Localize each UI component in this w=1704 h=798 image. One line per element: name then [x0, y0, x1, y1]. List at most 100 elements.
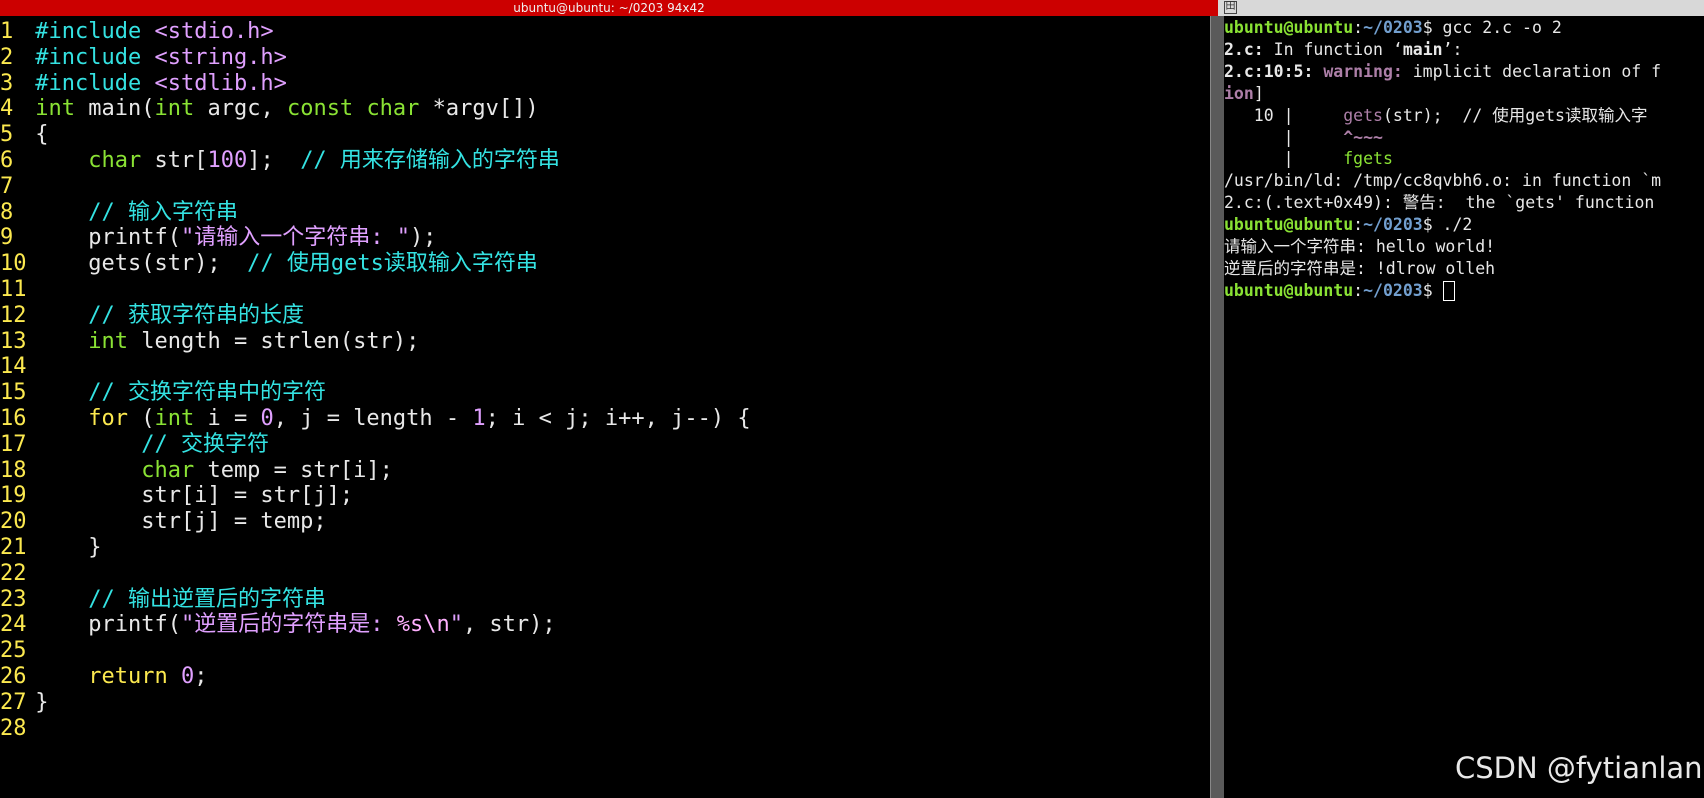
- line-number: 2: [0, 44, 14, 70]
- code-line: 11: [0, 276, 35, 304]
- terminal-text: ion: [1224, 83, 1254, 103]
- code-token: }: [35, 689, 49, 715]
- code-line: 16 for (int i = 0, j = length - 1; i < j…: [0, 405, 751, 433]
- vim-code-editor[interactable]: 1 #include <stdio.h> 2 #include <string.h…: [0, 16, 1210, 798]
- code-line: 19 str[i] = str[j];: [0, 482, 353, 510]
- terminal-text: fgets: [1343, 149, 1393, 169]
- code-line: 4 int main(int argc, const char *argv[]): [0, 95, 539, 123]
- terminal-text: |: [1224, 149, 1344, 169]
- code-token: return: [88, 664, 168, 689]
- code-token: int: [88, 328, 128, 354]
- terminal-text: ubuntu@ubuntu: [1224, 215, 1354, 235]
- code-token: int: [35, 96, 75, 122]
- code-line: 8 // 输入字符串: [0, 199, 238, 227]
- line-number: 1: [0, 19, 14, 44]
- code-line: 15 // 交换字符串中的字符: [0, 379, 326, 407]
- code-token: 100: [207, 148, 248, 173]
- line-number: 9: [0, 225, 14, 251]
- line-number: 21: [0, 535, 27, 560]
- code-line: 26 return 0;: [0, 663, 207, 691]
- terminal-text: $: [1422, 280, 1443, 300]
- code-token: str[i] = str[j];: [35, 483, 354, 509]
- code-token: // 用来存储输入的字符串: [300, 148, 560, 173]
- terminal-line: ubuntu@ubuntu:~/0203$: [1224, 280, 1455, 302]
- line-number: 10: [0, 251, 27, 277]
- code-token: ": [449, 612, 463, 638]
- terminal-text: 请输入一个字符串: hello world!: [1224, 237, 1496, 256]
- terminal-text: main: [1402, 39, 1443, 59]
- terminal-text: 逆置后的字符串是: !dlrow olleh: [1224, 258, 1496, 278]
- terminal-line: 逆置后的字符串是: !dlrow olleh: [1224, 258, 1495, 280]
- terminal-text: 2.c:10:5:: [1224, 61, 1324, 81]
- line-number: 8: [0, 199, 14, 225]
- terminal-text: (str); // 使用gets读取输入字: [1382, 105, 1648, 125]
- code-token: <string.h>: [154, 44, 287, 70]
- line-number: 16: [0, 406, 27, 431]
- code-token: "请输入一个字符串: ": [180, 225, 410, 251]
- terminal-text: 10 |: [1224, 105, 1344, 125]
- terminal-text: |: [1224, 127, 1344, 147]
- code-line: 17 // 交换字符: [0, 431, 269, 459]
- terminal-line: 2.c:(.text+0x49): 警告: the `gets' functio…: [1224, 192, 1654, 214]
- code-token: // 输入字符串: [88, 199, 238, 225]
- code-line: 9 printf("请输入一个字符串: ");: [0, 224, 436, 252]
- right-terminal-titlebar[interactable]: [1218, 0, 1704, 16]
- terminal-text: :: [1353, 18, 1364, 37]
- code-token: %s\n: [396, 612, 450, 638]
- code-token: char: [88, 148, 142, 173]
- terminal-line: 2.c: In function ‘main’:: [1224, 39, 1462, 61]
- code-token: {: [35, 122, 49, 148]
- terminal-text: 2.c:(.text+0x49): 警告: the `gets' functio…: [1224, 193, 1655, 213]
- terminal-text: :: [1353, 280, 1364, 300]
- code-token: ; i < j; i++, j--) {: [485, 406, 751, 431]
- line-number: 24: [0, 612, 27, 638]
- line-number: 5: [0, 122, 14, 148]
- code-token: #include: [35, 70, 155, 96]
- code-token: argc,: [194, 96, 287, 122]
- terminal-line: 2.c:10:5: warning: implicit declaration …: [1224, 61, 1661, 83]
- terminal-text: ubuntu@ubuntu: [1224, 280, 1354, 300]
- terminal-text: ubuntu@ubuntu: [1224, 18, 1354, 37]
- code-token: printf(: [35, 612, 181, 638]
- terminal-cursor[interactable]: [1442, 281, 1455, 302]
- code-token: // 交换字符: [141, 431, 269, 457]
- code-line: 1 #include <stdio.h>: [0, 18, 274, 46]
- code-token: temp = str[i];: [194, 457, 393, 483]
- line-number: 3: [0, 70, 14, 96]
- terminal-split-icon[interactable]: 田: [1224, 1, 1237, 14]
- code-token: );: [409, 225, 437, 251]
- line-number: 20: [0, 509, 27, 535]
- line-number: 17: [0, 431, 27, 457]
- code-token: main(: [75, 96, 155, 122]
- code-token: "逆置后的字符串是:: [180, 612, 397, 638]
- code-token: 0: [260, 406, 274, 431]
- code-token: length = strlen(str);: [127, 328, 420, 354]
- code-token: gets(str);: [35, 251, 248, 277]
- terminal-line: /usr/bin/ld: /tmp/cc8qvbh6.o: in functio…: [1224, 170, 1661, 192]
- line-number: 27: [0, 689, 27, 715]
- terminal-line: 请输入一个字符串: hello world!: [1224, 236, 1495, 258]
- code-line: 28: [0, 715, 35, 743]
- terminal-text: /usr/bin/ld: /tmp/cc8qvbh6.o: in functio…: [1224, 171, 1662, 191]
- line-number: 11: [0, 277, 27, 302]
- terminal-text: ~/0203: [1363, 18, 1423, 37]
- code-line: 3 #include <stdlib.h>: [0, 70, 287, 98]
- code-token: str[j] = temp;: [35, 509, 327, 535]
- pane-divider-scrollbar[interactable]: [1210, 16, 1225, 798]
- terminal-line: 10 | gets(str); // 使用gets读取输入字: [1224, 105, 1648, 127]
- code-token: }: [35, 535, 102, 560]
- code-token: for: [88, 406, 128, 431]
- code-line: 2 #include <string.h>: [0, 44, 287, 72]
- terminal-output[interactable]: ubuntu@ubuntu:~/0203$ gcc 2.c -o 2 2.c: I…: [1224, 16, 1704, 798]
- code-token: i =: [194, 406, 261, 431]
- code-line: 22: [0, 560, 35, 588]
- line-number: 23: [0, 586, 27, 612]
- code-line: 23 // 输出逆置后的字符串: [0, 586, 326, 614]
- terminal-text: $ gcc 2.c -o 2: [1422, 18, 1562, 37]
- left-terminal-titlebar[interactable]: ubuntu@ubuntu: ~/0203 94x42: [0, 0, 1218, 16]
